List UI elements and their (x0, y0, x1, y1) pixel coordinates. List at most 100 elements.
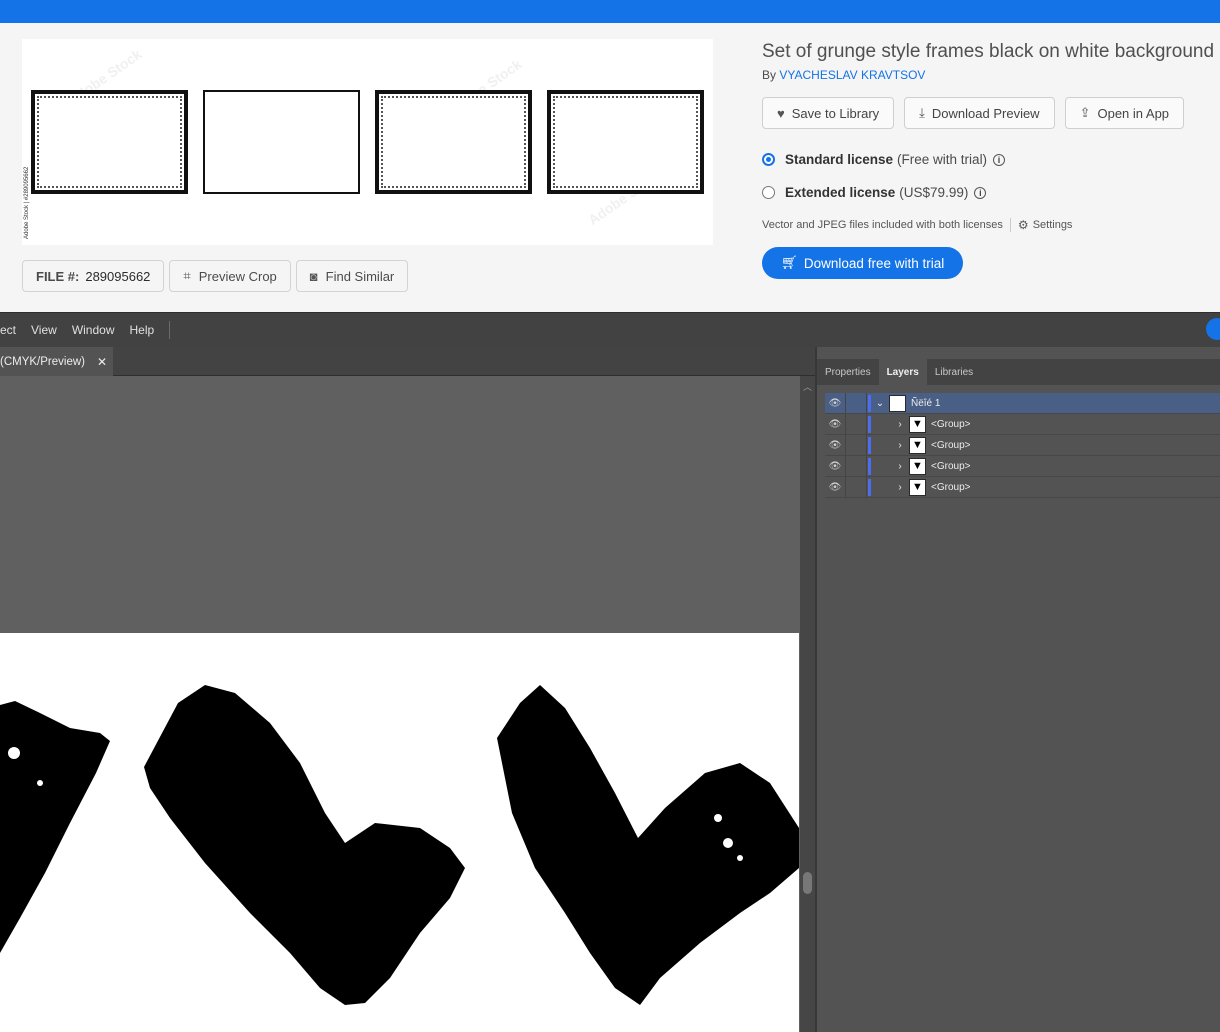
tab-libraries[interactable]: Libraries (927, 359, 981, 385)
asset-actions: ♥ Save to Library ⤓ Download Preview ⇪ O… (762, 97, 1220, 129)
eye-icon[interactable]: 👁︎ (825, 482, 845, 493)
chevron-right-icon[interactable]: › (891, 461, 909, 472)
settings-link[interactable]: Settings (1033, 219, 1073, 231)
heart-icon: ♥ (777, 105, 785, 121)
grunge-frame-2 (203, 90, 360, 194)
asset-title: Set of grunge style frames black on whit… (762, 41, 1215, 62)
layer-color-bar (868, 478, 871, 496)
crop-icon: ⌗ (183, 268, 191, 283)
license-option-extended[interactable]: Extended license (US$79.99) i (762, 185, 1220, 200)
grunge-shape-center (144, 685, 465, 1005)
radio-unselected[interactable] (762, 186, 775, 199)
asset-info: Set of grunge style frames black on whit… (762, 41, 1220, 279)
info-icon[interactable]: i (974, 186, 987, 199)
lock-toggle[interactable] (845, 477, 867, 497)
chevron-down-icon[interactable]: ⌄ (871, 398, 889, 409)
open-in-app-label: Open in App (1097, 105, 1170, 121)
scrollbar-thumb[interactable] (803, 872, 812, 894)
eye-icon[interactable]: 👁︎ (825, 398, 845, 409)
download-icon: ⤓ (919, 105, 925, 120)
by-prefix: By (762, 68, 777, 82)
file-label: FILE #: (36, 268, 80, 284)
grunge-frame-1 (31, 90, 188, 194)
layer-row[interactable]: 👁︎ › ▼ <Group> (825, 435, 1220, 456)
save-to-library-button[interactable]: ♥ Save to Library (762, 97, 895, 129)
files-note-text: Vector and JPEG files included with both… (762, 219, 1003, 231)
info-icon[interactable]: i (993, 153, 1006, 166)
chevron-right-icon[interactable]: › (891, 482, 909, 493)
document-tab[interactable]: (CMYK/Preview) ✕ (0, 347, 113, 376)
license-option-standard[interactable]: Standard license (Free with trial) i (762, 152, 1220, 167)
layer-thumbnail: ▼ (909, 478, 926, 496)
artboard[interactable] (0, 633, 799, 1032)
layer-row[interactable]: 👁︎ › ▼ <Group> (825, 414, 1220, 435)
byline: By VYACHESLAV KRAVTSOV (762, 68, 1220, 82)
license-name: Standard license (785, 152, 894, 167)
eye-icon[interactable]: 👁︎ (825, 419, 845, 430)
menu-divider (169, 321, 171, 339)
preview-crop-button[interactable]: ⌗ Preview Crop (169, 260, 291, 292)
files-note: Vector and JPEG files included with both… (762, 218, 1220, 232)
layers-list: 👁︎ ⌄ Ñëîé 1 👁︎ › ▼ <Group> 👁︎ › ▼ <Group… (825, 393, 1220, 498)
author-link[interactable]: VYACHESLAV KRAVTSOV (779, 68, 925, 82)
divider (1009, 218, 1011, 232)
layer-thumbnail: ▼ (909, 436, 926, 454)
layer-name[interactable]: Ñëîé 1 (911, 398, 940, 409)
lock-toggle[interactable] (845, 393, 867, 413)
layer-name[interactable]: <Group> (931, 440, 970, 451)
layer-row[interactable]: 👁︎ ⌄ Ñëîé 1 (825, 393, 1220, 414)
lock-toggle[interactable] (845, 414, 867, 434)
layer-color-bar (868, 436, 871, 454)
menu-bar: ect View Window Help (0, 312, 1220, 347)
chevron-right-icon[interactable]: › (891, 440, 909, 451)
license-note: (US$79.99) (899, 185, 969, 200)
download-preview-button[interactable]: ⤓ Download Preview (904, 97, 1055, 129)
layer-name[interactable]: <Group> (931, 419, 970, 430)
menu-object[interactable]: ect (0, 323, 16, 337)
lock-toggle[interactable] (845, 435, 867, 455)
eye-icon[interactable]: 👁︎ (825, 440, 845, 451)
cta-label: Download free with trial (803, 255, 945, 271)
radio-selected[interactable] (762, 153, 775, 166)
cart-icon: 🛒︎ (780, 255, 798, 270)
grunge-shape-right (497, 685, 799, 1005)
document-tab-bar: (CMYK/Preview) ✕ (0, 347, 815, 376)
layer-row[interactable]: 👁︎ › ▼ <Group> (825, 477, 1220, 498)
layer-name[interactable]: <Group> (931, 482, 970, 493)
grunge-frame-3 (375, 90, 532, 194)
layer-name[interactable]: <Group> (931, 461, 970, 472)
asset-preview-image[interactable]: Adobe Stock Adobe Stock Adobe Stock Adob… (22, 39, 713, 245)
close-icon[interactable]: ✕ (97, 355, 107, 369)
illustrator-app: ect View Window Help (CMYK/Preview) ✕ ︿ … (0, 312, 1220, 1032)
chevron-right-icon[interactable]: › (891, 419, 909, 430)
artwork-zoomed-frames (0, 685, 799, 1005)
eye-icon[interactable]: 👁︎ (825, 461, 845, 472)
vertical-scrollbar[interactable]: ︿ (800, 376, 815, 1032)
menu-window[interactable]: Window (72, 323, 115, 337)
layer-color-bar (868, 415, 871, 433)
open-in-app-button[interactable]: ⇪ Open in App (1064, 97, 1185, 129)
menu-help[interactable]: Help (130, 323, 155, 337)
document-tab-label: (CMYK/Preview) (0, 355, 85, 368)
top-blue-bar (0, 0, 1220, 23)
license-name: Extended license (785, 185, 896, 200)
tab-properties[interactable]: Properties (817, 359, 879, 385)
layer-row[interactable]: 👁︎ › ▼ <Group> (825, 456, 1220, 477)
file-number-badge: FILE #: 289095662 (22, 260, 165, 292)
tab-layers[interactable]: Layers (878, 359, 927, 385)
panel-tabs: Properties Layers Libraries (817, 359, 1220, 385)
layer-color-bar (868, 457, 871, 475)
account-icon[interactable] (1206, 318, 1220, 340)
canvas-area[interactable] (0, 376, 800, 1032)
scroll-up-icon[interactable]: ︿ (803, 380, 812, 393)
file-number: 289095662 (85, 268, 151, 284)
save-label: Save to Library (791, 105, 880, 121)
download-free-trial-button[interactable]: 🛒︎ Download free with trial (762, 247, 963, 279)
preview-credit: Adobe Stock | #289095662 (24, 166, 30, 239)
menu-view[interactable]: View (31, 323, 57, 337)
find-similar-label: Find Similar (325, 268, 395, 284)
license-note: (Free with trial) (897, 152, 988, 167)
find-similar-button[interactable]: ◙ Find Similar (295, 260, 409, 292)
lock-toggle[interactable] (845, 456, 867, 476)
gear-icon[interactable]: ⚙ (1018, 218, 1029, 232)
